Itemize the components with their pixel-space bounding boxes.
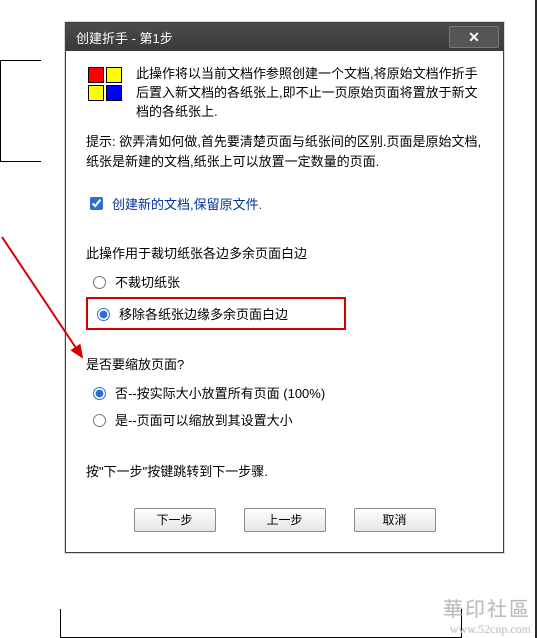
- tip-text: 提示: 欲弄清如何做,首先要清楚页面与纸张间的区别.页面是原始文档,纸张是新建的…: [86, 132, 483, 172]
- imposition-icon: [86, 65, 126, 105]
- dialog-content: 此操作将以当前文档作参照创建一个文档,将原始文档作折手后置入新文档的各纸张上,即…: [66, 51, 503, 552]
- dialog-buttons: 下一步 上一步 取消: [86, 502, 483, 536]
- close-button[interactable]: ✕: [449, 26, 499, 48]
- intro-text: 此操作将以当前文档作参照创建一个文档,将原始文档作折手后置入新文档的各纸张上,即…: [136, 65, 483, 122]
- dialog-title: 创建折手 - 第1步: [76, 28, 173, 47]
- trim-option-yes[interactable]: 移除各纸张边缘多余页面白边: [92, 302, 340, 325]
- close-icon: ✕: [468, 30, 480, 44]
- scale-radio-yes[interactable]: [93, 414, 106, 427]
- trim-radio-yes[interactable]: [97, 308, 110, 321]
- cancel-button[interactable]: 取消: [354, 508, 436, 532]
- trim-section-label: 此操作用于裁切纸张各边多余页面白边: [86, 243, 483, 262]
- trim-option-no[interactable]: 不裁切纸张: [86, 268, 483, 295]
- scale-label-no: 否--按实际大小放置所有页面 (100%): [115, 383, 325, 402]
- background-window-bottom: [60, 609, 462, 638]
- intro-block: 此操作将以当前文档作参照创建一个文档,将原始文档作折手后置入新文档的各纸张上,即…: [86, 65, 483, 122]
- trim-label-no: 不裁切纸张: [115, 272, 180, 291]
- prev-button[interactable]: 上一步: [244, 508, 326, 532]
- trim-group: 此操作用于裁切纸张各边多余页面白边 不裁切纸张 移除各纸张边缘多余页面白边: [86, 243, 483, 330]
- background-window-left: [0, 60, 41, 162]
- next-button[interactable]: 下一步: [134, 508, 216, 532]
- scale-radio-no[interactable]: [93, 387, 106, 400]
- scale-option-yes[interactable]: 是--页面可以缩放到其设置大小: [86, 406, 483, 433]
- scale-group: 是否要缩放页面? 否--按实际大小放置所有页面 (100%) 是--页面可以缩放…: [86, 354, 483, 433]
- scale-label-yes: 是--页面可以缩放到其设置大小: [115, 410, 293, 429]
- create-new-doc-checkbox[interactable]: 创建新的文档,保留原文件.: [86, 194, 483, 213]
- annotation-highlight: 移除各纸张边缘多余页面白边: [86, 297, 346, 330]
- scale-option-no[interactable]: 否--按实际大小放置所有页面 (100%): [86, 379, 483, 406]
- next-step-hint: 按"下一步"按键跳转到下一步骤.: [86, 461, 483, 480]
- create-new-doc-input[interactable]: [90, 197, 103, 210]
- trim-radio-no[interactable]: [93, 276, 106, 289]
- scale-section-label: 是否要缩放页面?: [86, 354, 483, 373]
- create-imposition-dialog: 创建折手 - 第1步 ✕ 此操作将以当前文档作参照创建一个文档,将原始文档作折手…: [65, 22, 504, 553]
- titlebar: 创建折手 - 第1步 ✕: [66, 23, 503, 51]
- trim-label-yes: 移除各纸张边缘多余页面白边: [119, 304, 288, 323]
- create-new-doc-label: 创建新的文档,保留原文件.: [112, 194, 262, 213]
